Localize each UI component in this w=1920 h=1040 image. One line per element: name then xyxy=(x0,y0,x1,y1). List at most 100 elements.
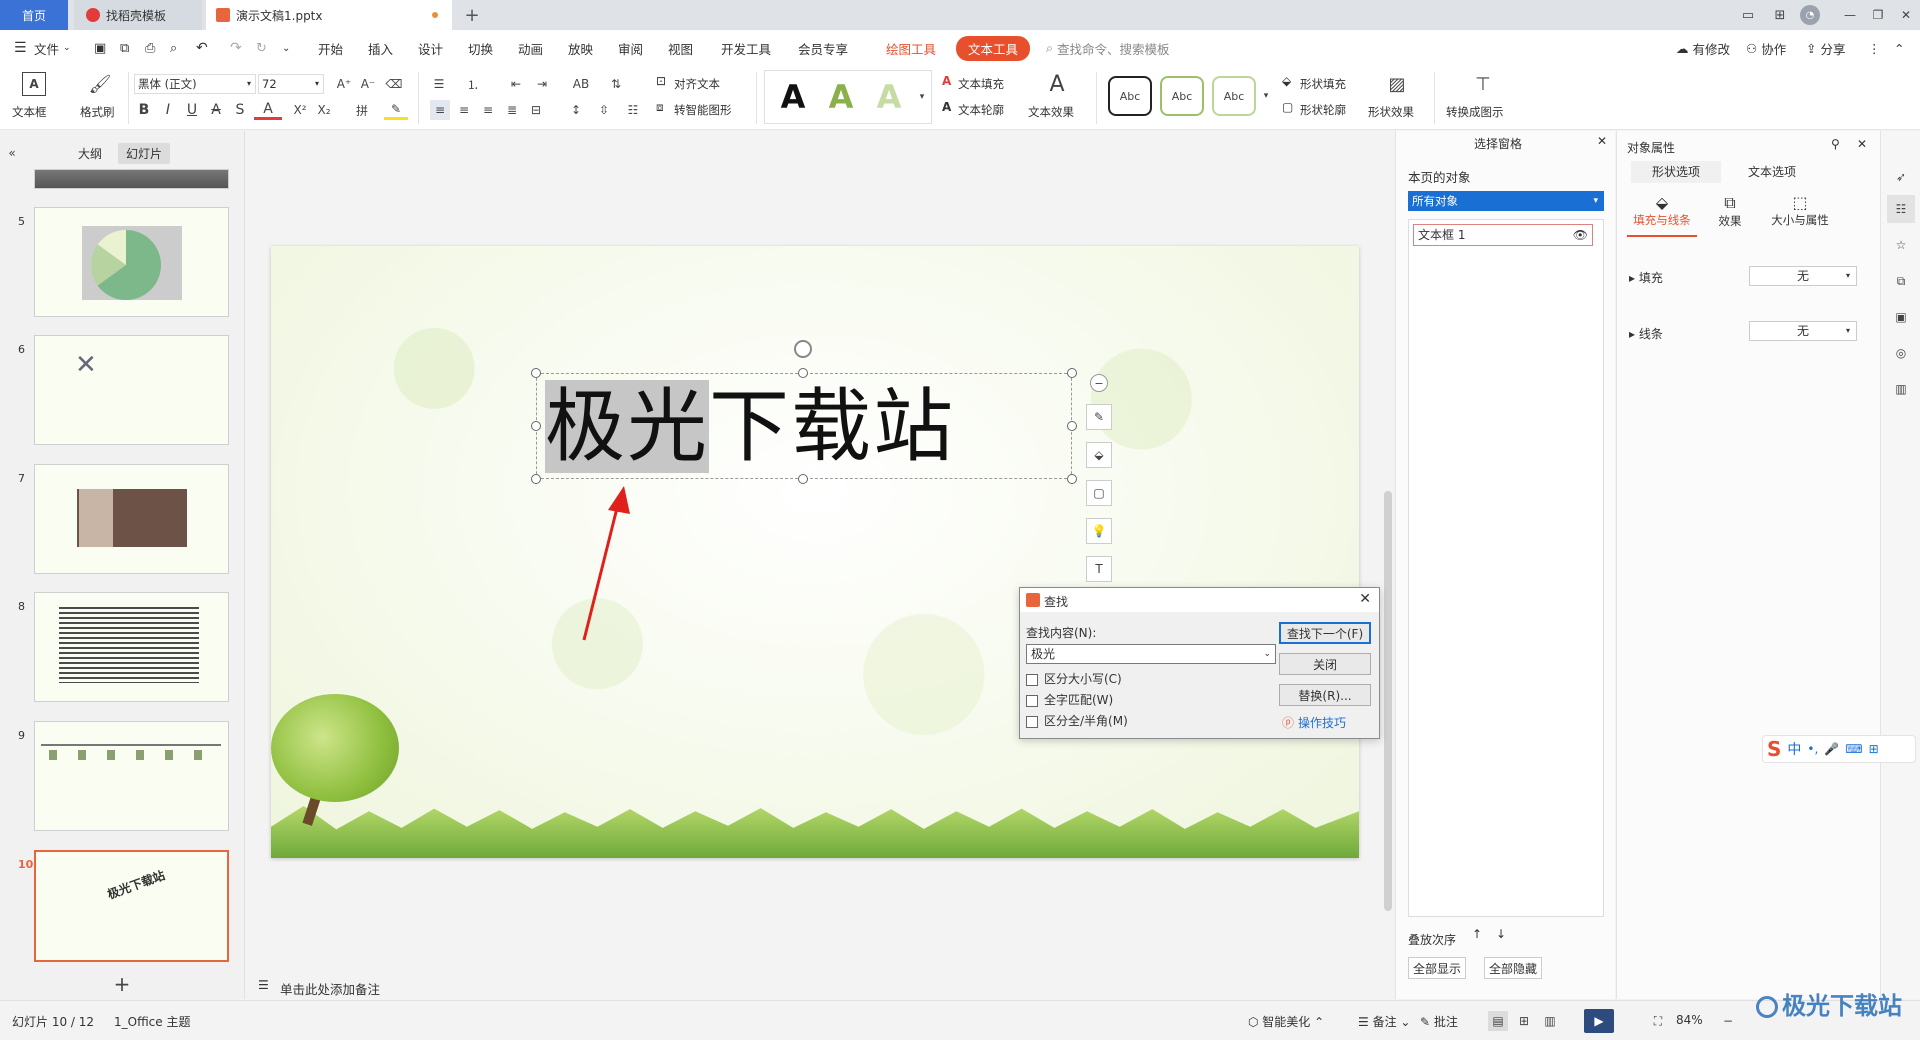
menu-design[interactable]: 设计 xyxy=(418,30,443,66)
shape-style-3[interactable]: Abc xyxy=(1212,76,1256,116)
para-spacing-icon[interactable]: ⇳ xyxy=(594,100,614,120)
hamburger-icon[interactable]: ☰ xyxy=(14,30,27,66)
resize-handle[interactable] xyxy=(531,421,541,431)
shape-style-2[interactable]: Abc xyxy=(1160,76,1204,116)
lightbulb-icon[interactable]: 💡 xyxy=(1086,518,1112,544)
book-icon[interactable]: ▥ xyxy=(1891,379,1911,399)
align-left-icon[interactable]: ≡ xyxy=(430,100,450,120)
sort-icon[interactable]: ⇅ xyxy=(604,74,628,94)
notes-area[interactable]: ☰ 单击此处添加备注 xyxy=(246,975,1394,999)
normal-view-icon[interactable]: ▤ xyxy=(1488,1011,1508,1031)
strikethrough-icon[interactable]: A xyxy=(206,100,226,120)
format-painter-button[interactable]: 🖌 格式刷 xyxy=(78,70,122,126)
move-down-icon[interactable]: ↓ xyxy=(1496,927,1506,941)
image-icon[interactable]: ▣ xyxy=(1891,307,1911,327)
slide-thumbnail-6[interactable]: ✕ xyxy=(34,335,229,445)
find-input[interactable]: 极光 ⌄ xyxy=(1026,644,1276,664)
textbox-button[interactable]: A 文本框 xyxy=(12,70,56,126)
compass-icon[interactable]: ◎ xyxy=(1891,343,1911,363)
bullets-icon[interactable]: ☰ xyxy=(428,74,450,94)
align-text-button[interactable]: ⊡ 对齐文本 xyxy=(656,74,742,94)
menu-transition[interactable]: 切换 xyxy=(468,30,493,66)
gallery-expand-icon[interactable]: ▾ xyxy=(915,85,929,109)
menu-file[interactable]: 文件 ⌄ xyxy=(34,30,71,66)
numbering-icon[interactable]: ⒈ xyxy=(462,74,484,94)
slide-canvas[interactable] xyxy=(271,246,1359,858)
shape-effect-button[interactable]: ▨ 形状效果 xyxy=(1368,70,1428,126)
wordart-style-green[interactable]: A xyxy=(821,77,861,117)
slide-thumbnail-partial[interactable] xyxy=(34,169,229,189)
fill-row[interactable]: ▸ 填充 xyxy=(1629,269,1663,286)
vertical-scrollbar[interactable] xyxy=(1384,491,1392,911)
show-all-button[interactable]: 全部显示 xyxy=(1408,957,1466,979)
tab-outline[interactable]: 大纲 xyxy=(78,145,102,162)
shadow-text-icon[interactable]: S xyxy=(230,100,250,120)
whole-word-checkbox[interactable]: 全字匹配(W) xyxy=(1026,691,1113,708)
beautify-button[interactable]: ⬡ 智能美化 ⌃ xyxy=(1248,1013,1324,1030)
settings-sliders-icon[interactable]: ☷ xyxy=(1887,195,1915,223)
pen-style-icon[interactable]: ✎ xyxy=(1086,404,1112,430)
object-item-textbox[interactable]: 文本框 1 👁 xyxy=(1413,224,1593,246)
fit-window-icon[interactable]: ⛶ xyxy=(1648,1011,1668,1031)
collapse-panel-icon[interactable]: « xyxy=(4,145,20,161)
increase-indent-icon[interactable]: ⇥ xyxy=(532,74,552,94)
align-center-icon[interactable]: ≡ xyxy=(454,100,474,120)
add-slide-button[interactable]: + xyxy=(110,972,134,996)
decrease-indent-icon[interactable]: ⇤ xyxy=(506,74,526,94)
font-name-select[interactable]: 黑体 (正文) ▾ xyxy=(134,74,256,94)
title-textbox[interactable]: 极光下载站 xyxy=(536,373,1072,479)
dialog-close-icon[interactable]: ✕ xyxy=(1359,591,1371,607)
bold-icon[interactable]: B xyxy=(134,100,154,120)
tab-document[interactable]: 演示文稿1.pptx xyxy=(206,0,452,30)
star-icon[interactable]: ☆ xyxy=(1891,235,1911,255)
zoom-level[interactable]: 84% xyxy=(1676,1013,1703,1027)
menu-view[interactable]: 视图 xyxy=(668,30,693,66)
new-tab-button[interactable]: + xyxy=(460,0,484,30)
move-up-icon[interactable]: ↑ xyxy=(1472,927,1482,941)
dropdown-arrow-icon[interactable]: ⌄ xyxy=(1263,645,1271,663)
collab-button[interactable]: ⚇ 协作 xyxy=(1746,30,1786,66)
shape-style-gallery[interactable]: Abc Abc Abc ▾ xyxy=(1104,72,1274,122)
line-row[interactable]: ▸ 线条 xyxy=(1629,325,1663,342)
rotate-handle[interactable] xyxy=(794,340,812,358)
user-avatar[interactable]: ◔ xyxy=(1800,5,1820,25)
clear-format-icon[interactable]: ⌫ xyxy=(384,74,404,94)
wordart-gallery[interactable]: A A A ▾ xyxy=(764,70,932,124)
phonetic-icon[interactable]: 拼 xyxy=(350,100,374,120)
subtab-size[interactable]: ⬚ 大小与属性 xyxy=(1763,193,1837,237)
layout-icon[interactable]: ▭ xyxy=(1736,6,1760,24)
text-effect-button[interactable]: A 文本效果 xyxy=(1028,70,1088,126)
slide-thumbnail-8[interactable] xyxy=(34,592,229,702)
menu-review[interactable]: 审阅 xyxy=(618,30,643,66)
modified-button[interactable]: ☁ 有修改 xyxy=(1676,30,1730,66)
rocket-icon[interactable]: ➶ xyxy=(1891,167,1911,187)
menu-slideshow[interactable]: 放映 xyxy=(568,30,593,66)
share-button[interactable]: ⇪ 分享 xyxy=(1806,30,1846,66)
visibility-eye-icon[interactable]: 👁 xyxy=(1573,225,1588,245)
zoom-out-icon[interactable]: − xyxy=(1720,1011,1736,1031)
highlight-icon[interactable]: ✎ xyxy=(384,100,408,120)
italic-icon[interactable]: I xyxy=(158,100,178,120)
text-outline-button[interactable]: A 文本轮廓 xyxy=(942,100,1022,120)
align-right-icon[interactable]: ≡ xyxy=(478,100,498,120)
distribute-icon[interactable]: ⊟ xyxy=(526,100,546,120)
menu-member[interactable]: 会员专享 xyxy=(798,30,848,66)
resize-handle[interactable] xyxy=(531,474,541,484)
find-next-button[interactable]: 查找下一个(F) xyxy=(1279,622,1371,644)
command-search[interactable]: ⌕ 查找命令、搜索模板 xyxy=(1046,30,1170,66)
sorter-view-icon[interactable]: ⊞ xyxy=(1514,1011,1534,1031)
resize-handle[interactable] xyxy=(1067,368,1077,378)
minimize-icon[interactable]: — xyxy=(1840,6,1860,24)
resize-handle[interactable] xyxy=(798,474,808,484)
tab-slides[interactable]: 幻灯片 xyxy=(118,143,171,164)
play-slideshow-button[interactable]: ▶ xyxy=(1584,1009,1614,1033)
match-case-checkbox[interactable]: 区分大小写(C) xyxy=(1026,670,1122,687)
text-convert-icon[interactable]: T xyxy=(1086,556,1112,582)
subtab-effect[interactable]: ⧉ 效果 xyxy=(1705,193,1755,237)
quick-export-icon[interactable]: ⧉ xyxy=(120,30,129,66)
close-pane-icon[interactable]: ✕ xyxy=(1597,134,1607,148)
width-match-checkbox[interactable]: 区分全/半角(M) xyxy=(1026,712,1128,729)
wordart-style-black[interactable]: A xyxy=(773,77,813,117)
slide-thumbnail-5[interactable] xyxy=(34,207,229,317)
replace-button[interactable]: 替换(R)... xyxy=(1279,684,1371,706)
